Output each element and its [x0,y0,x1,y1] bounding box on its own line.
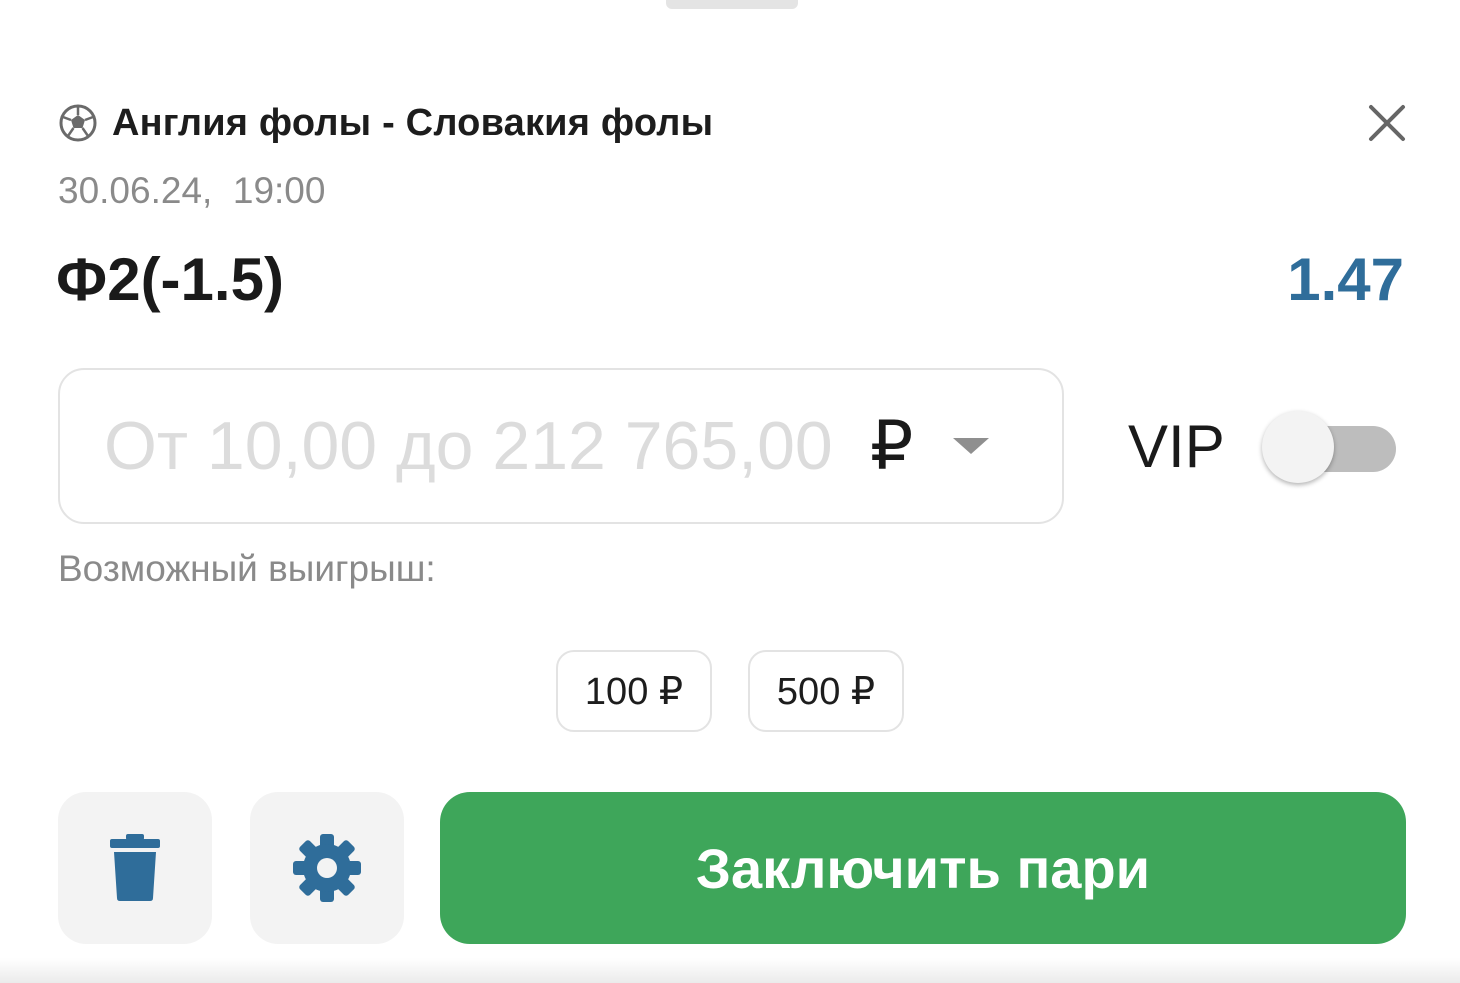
event-datetime: 30.06.24, 19:00 [58,170,326,211]
vip-toggle[interactable] [1262,410,1396,486]
stake-input[interactable] [104,407,864,485]
close-button[interactable] [1364,100,1410,146]
quick-amounts: 100 ₽ 500 ₽ [556,650,904,732]
bet-outcome: Ф2(-1.5) [56,246,284,313]
place-bet-button[interactable]: Заключить пари [440,792,1406,944]
bottom-shadow [0,958,1460,983]
vip-toggle-knob [1262,411,1334,483]
trash-icon [110,834,160,901]
quick-amount-100[interactable]: 100 ₽ [556,650,712,732]
bet-odds: 1.47 [1287,246,1404,313]
quick-amount-500[interactable]: 500 ₽ [748,650,904,732]
match-title: Англия фолы - Словакия фолы [112,101,714,144]
currency-symbol: ₽ [870,407,914,484]
soccer-ball-icon [59,104,97,142]
sheet-drag-handle[interactable] [666,0,798,9]
possible-win-label: Возможный выигрыш: [58,548,436,589]
gear-icon [293,834,361,902]
vip-label: VIP [1128,413,1225,480]
stake-field[interactable]: ₽ [58,368,1064,524]
event-header: Англия фолы - Словакия фолы [58,100,1408,146]
delete-button[interactable] [58,792,212,944]
close-icon [1369,105,1405,141]
settings-button[interactable] [250,792,404,944]
chevron-down-icon[interactable] [953,438,990,454]
